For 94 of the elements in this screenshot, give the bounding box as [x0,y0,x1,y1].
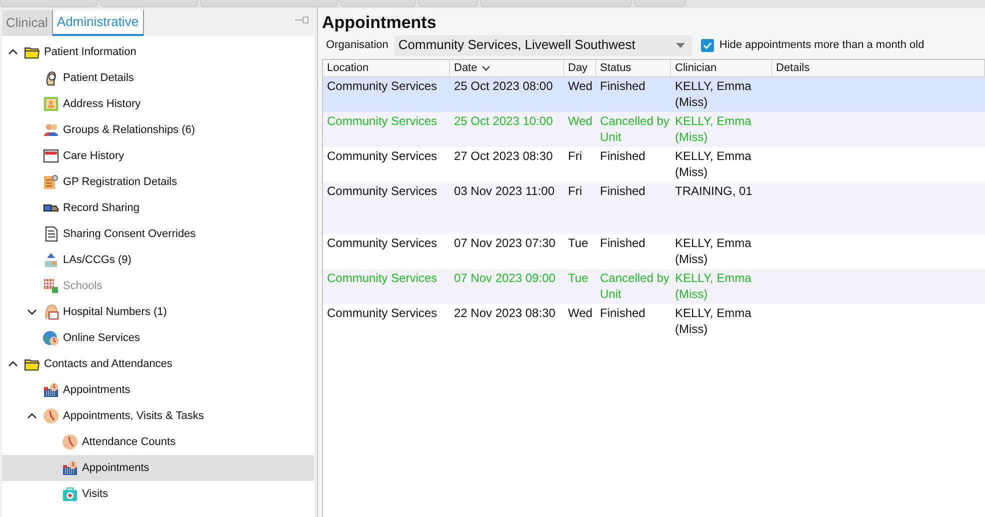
table-cell-text: Community Services [326,305,438,322]
page-title: Appointments [321,12,438,32]
table-cell-text: KELLY, Emma (Miss) [674,235,752,268]
tree-item[interactable]: Appointments, Visits & Tasks [63,408,204,424]
tab[interactable] [418,0,478,7]
table-cell-text: Finished [599,235,646,252]
column-header[interactable]: Day [564,60,596,76]
collapse-chevron-icon[interactable] [8,49,18,55]
tree-item[interactable]: Online Services [63,330,140,346]
medical-kit-icon [62,486,78,502]
tree-item[interactable]: Appointments [63,382,130,398]
table-cell-text: Community Services [326,148,438,165]
tree-item[interactable]: Address History [63,96,141,112]
people-icon [43,122,59,138]
table-cell-text: Finished [599,148,646,165]
table-cell-text: KELLY, Emma (Miss) [674,270,752,303]
tab[interactable] [634,0,686,7]
column-header[interactable]: Clinician [671,60,772,76]
table-cell-text: Tue [567,270,590,287]
column-header[interactable]: Status [596,60,671,76]
checkbox-label[interactable]: Hide appointments more than a month old [719,36,924,54]
table-cell-text: TRAINING, 01 [674,183,754,200]
clock-icon [43,408,59,424]
table-cell-text: 25 Oct 2023 08:00 [453,78,554,95]
tree-item[interactable]: GP Registration Details [63,174,178,190]
tree-item[interactable]: Visits [82,486,108,502]
calendar-clock-icon [62,460,78,476]
tree-item[interactable]: Groups & Relationships (6) [63,122,196,138]
column-header[interactable]: Details [772,60,985,76]
table-cell-text: 07 Nov 2023 07:30 [453,235,556,252]
tab[interactable] [100,0,198,7]
table-cell-text: Community Services [326,270,438,287]
badge-icon [43,304,59,320]
tab[interactable] [0,0,98,7]
table-row[interactable]: Community Services 03 Nov 2023 11:00 Fri Finished TRAINING, 01 [323,182,985,234]
globe-icon [43,330,59,346]
table-cell-text: KELLY, Emma (Miss) [674,148,752,181]
table-cell-text: Cancelled by Unit [599,270,670,303]
table-cell-text: 07 Nov 2023 09:00 [453,270,556,287]
table-cell-text: KELLY, Emma (Miss) [674,78,752,111]
table-cell-text: Finished [599,183,646,200]
table-cell-text: 25 Oct 2023 10:00 [453,113,554,130]
clock-icon [62,434,78,450]
calendar-clock-icon [43,382,59,398]
pin-icon[interactable] [295,16,309,24]
tree-item[interactable]: Appointments [82,460,150,476]
tree-item[interactable]: Contacts and Attendances [44,356,172,372]
table-cell-text: Fri [567,183,583,200]
tree-item[interactable]: Hospital Numbers (1) [63,304,167,320]
column-header[interactable]: Location [323,60,450,76]
tree-item[interactable]: LAs/CCGs (9) [63,252,132,268]
document-icon [43,226,59,242]
checkbox[interactable] [701,38,714,52]
organisation-value: Community Services, Livewell Southwest [398,36,636,54]
collapse-chevron-icon[interactable] [27,413,37,419]
collapse-chevron-icon[interactable] [8,361,18,367]
table-cell-text: Wed [567,113,594,130]
table-cell-text: KELLY, Emma (Miss) [674,305,752,338]
tree-item[interactable]: Patient Information [44,44,136,60]
tree-item[interactable]: Patient Details [63,70,134,86]
tree-row-highlight[interactable]: Appointments [2,455,314,481]
table-cell-text: 03 Nov 2023 11:00 [453,183,556,200]
table-cell-text: Finished [599,305,646,322]
table-cell-text: Fri [567,148,583,165]
document-icon [43,148,59,164]
form-icon [43,174,59,190]
tree-item[interactable]: Sharing Consent Overrides [63,226,196,242]
table-cell-text: Finished [599,78,646,95]
tree-item[interactable]: Attendance Counts [82,434,176,450]
column-header[interactable]: Date [450,60,564,76]
tab[interactable] [480,0,632,7]
tree-item[interactable]: Record Sharing [63,200,140,216]
caret-icon [676,42,686,48]
tree-item[interactable]: Care History [63,148,124,164]
organisation-dropdown[interactable]: Community Services, Livewell Southwest [394,34,692,56]
expand-chevron-icon[interactable] [27,309,37,315]
table-cell-text: Cancelled by Unit [599,113,670,146]
table-cell-text: Wed [567,78,594,95]
table-row[interactable]: Community Services 25 Oct 2023 08:00 Wed Finished KELLY, Emma (Miss) [323,77,985,112]
tab[interactable] [340,0,416,7]
table-cell-text: KELLY, Emma (Miss) [674,113,752,146]
table-cell-text: Community Services [326,78,438,95]
organisation-label: Organisation [326,38,388,53]
table-cell-text: Wed [567,305,594,322]
sidebar-tab[interactable]: Administrative [52,10,144,36]
building-icon [43,278,59,294]
tab[interactable] [200,0,338,7]
table-cell-text: 27 Oct 2023 08:30 [453,148,554,165]
table-cell-text: Community Services [326,235,438,252]
table-cell-text: Tue [567,235,590,252]
table-cell-text: Community Services [326,183,438,200]
table-cell-text: Community Services [326,113,438,130]
address-card-icon [43,96,59,112]
table-cell-text: 22 Nov 2023 08:30 [453,305,556,322]
